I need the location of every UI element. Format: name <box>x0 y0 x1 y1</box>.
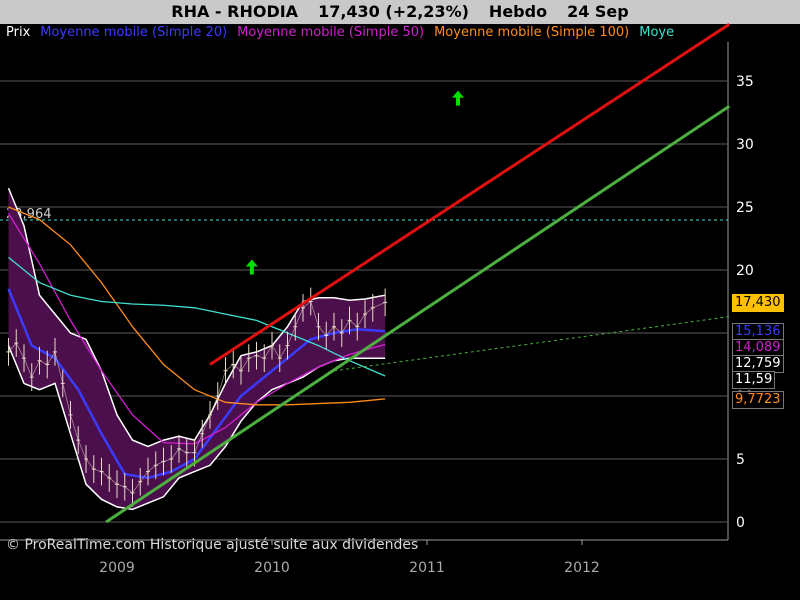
price-chart[interactable]: 05101520253035200920102011201223,964© Pr… <box>0 0 800 600</box>
value-tag-4: 11,59 <box>732 371 776 390</box>
y-tick-label: 5 <box>736 452 745 468</box>
y-tick-label: 0 <box>736 515 745 531</box>
copyright-label: © ProRealTime.com Historique ajusté suit… <box>6 537 418 553</box>
trendline-support <box>105 104 731 524</box>
up-arrow-icon <box>452 90 464 106</box>
value-tag-0: 17,430 <box>732 294 784 313</box>
x-tick-label: 2009 <box>99 560 135 576</box>
y-tick-label: 25 <box>736 200 754 216</box>
value-tag-5: 9,7723 <box>732 390 784 409</box>
trendline-support-dashed <box>333 316 730 372</box>
up-arrow-icon <box>245 259 258 275</box>
y-tick-label: 30 <box>736 137 754 153</box>
x-tick-label: 2011 <box>409 560 445 576</box>
x-tick-label: 2010 <box>254 560 290 576</box>
y-tick-label: 20 <box>736 263 754 279</box>
trendline-resistance <box>209 23 731 366</box>
x-tick-label: 2012 <box>564 560 600 576</box>
y-tick-label: 35 <box>736 74 754 90</box>
